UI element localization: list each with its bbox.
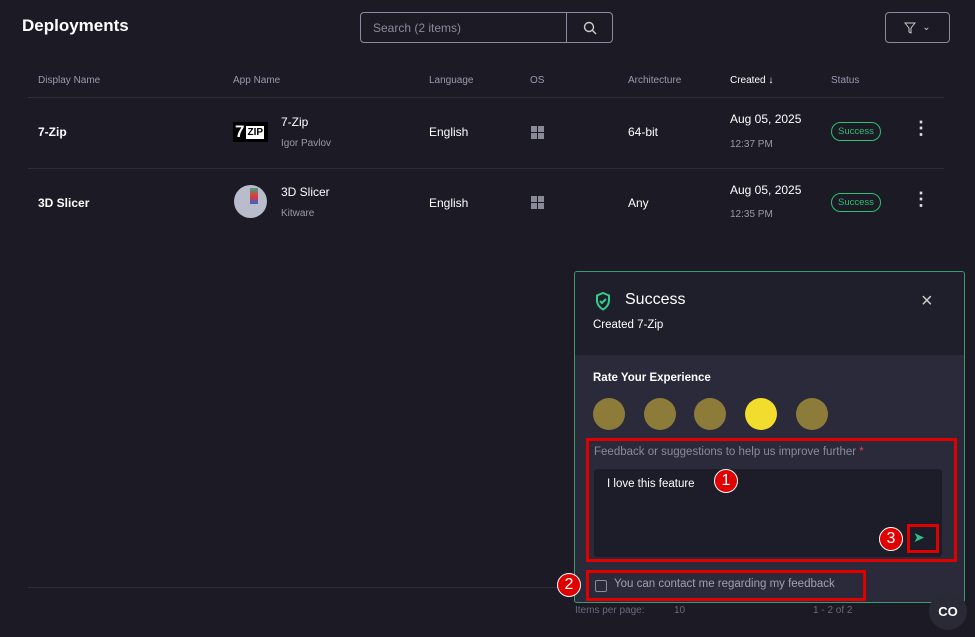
created-time: 12:37 PM xyxy=(730,139,773,150)
col-display-name[interactable]: Display Name xyxy=(38,75,100,86)
col-app-name[interactable]: App Name xyxy=(233,75,280,86)
windows-icon xyxy=(531,196,544,209)
chat-fab-button[interactable]: CO xyxy=(929,592,967,630)
search-button[interactable] xyxy=(566,13,612,42)
annotation-number: 1 xyxy=(714,469,738,493)
page-title: Deployments xyxy=(22,16,129,35)
emoji-very-sad-icon[interactable] xyxy=(593,398,625,430)
search-input[interactable] xyxy=(361,13,566,42)
table-row[interactable]: 3D Slicer 3D Slicer Kitware English Any … xyxy=(0,169,975,239)
items-per-page-select[interactable]: 10 xyxy=(674,605,685,616)
col-language[interactable]: Language xyxy=(429,75,474,86)
search-icon xyxy=(583,21,596,34)
items-per-page-label: Items per page: xyxy=(575,605,645,616)
search-box[interactable] xyxy=(360,12,613,43)
status-badge: Success xyxy=(831,193,881,212)
rate-label: Rate Your Experience xyxy=(593,372,711,384)
created-date: Aug 05, 2025 xyxy=(730,112,802,126)
windows-icon xyxy=(531,126,544,139)
filter-button[interactable]: ⌄ xyxy=(885,12,950,43)
emoji-very-happy-icon[interactable] xyxy=(796,398,828,430)
annotation-box-2 xyxy=(586,570,866,601)
3d-slicer-logo xyxy=(234,185,267,218)
table-row[interactable]: 7-Zip 7 ZIP 7-Zip Igor Pavlov English 64-… xyxy=(0,98,975,168)
display-name: 3D Slicer xyxy=(38,196,90,210)
more-options-icon[interactable]: ⋮ xyxy=(912,118,930,139)
col-status[interactable]: Status xyxy=(831,75,859,86)
annotation-number: 3 xyxy=(879,527,903,551)
more-options-icon[interactable]: ⋮ xyxy=(912,189,930,210)
annotation-number: 2 xyxy=(557,573,581,597)
app-name: 7-Zip xyxy=(281,115,309,129)
publisher: Igor Pavlov xyxy=(281,138,332,149)
language: English xyxy=(429,125,469,139)
status-badge: Success xyxy=(831,122,881,141)
app-name: 3D Slicer xyxy=(281,185,330,199)
shield-check-icon xyxy=(596,292,610,311)
created-date: Aug 05, 2025 xyxy=(730,183,802,197)
language: English xyxy=(429,196,469,210)
architecture: 64-bit xyxy=(628,125,659,139)
created-time: 12:35 PM xyxy=(730,209,773,220)
publisher: Kitware xyxy=(281,208,315,219)
emoji-neutral-icon[interactable] xyxy=(694,398,726,430)
filter-icon xyxy=(904,22,917,34)
col-architecture[interactable]: Architecture xyxy=(628,75,681,86)
pagination-range: 1 - 2 of 2 xyxy=(813,605,853,616)
architecture: Any xyxy=(628,196,649,210)
sort-desc-icon: ↓ xyxy=(768,75,774,86)
toast-title: Success xyxy=(625,291,686,308)
emoji-happy-icon[interactable] xyxy=(745,398,777,430)
toast-message: Created 7-Zip xyxy=(593,319,664,331)
col-created[interactable]: Created ↓ xyxy=(730,75,773,86)
display-name: 7-Zip xyxy=(38,125,67,139)
close-icon[interactable]: × xyxy=(921,290,933,313)
col-os[interactable]: OS xyxy=(530,75,544,86)
7zip-logo: 7 ZIP xyxy=(233,122,268,142)
annotation-box-3 xyxy=(907,524,939,553)
emoji-sad-icon[interactable] xyxy=(644,398,676,430)
col-created-label: Created xyxy=(730,75,766,86)
chevron-down-icon: ⌄ xyxy=(922,22,931,33)
